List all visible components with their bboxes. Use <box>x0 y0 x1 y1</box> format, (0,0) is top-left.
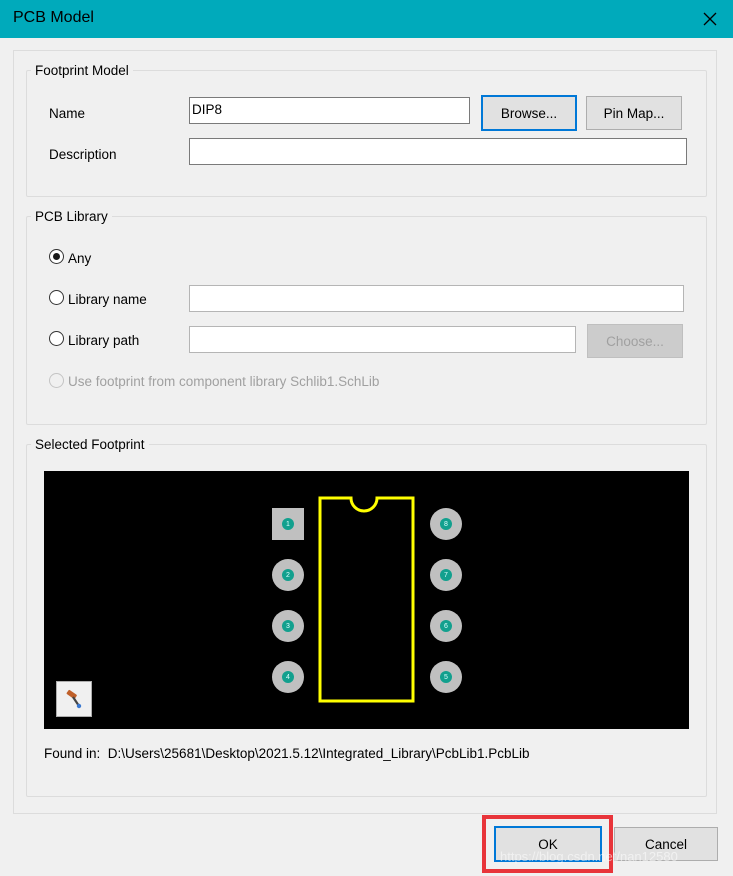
name-field[interactable]: DIP8 <box>189 97 470 124</box>
pin-pad: 1 <box>272 508 304 540</box>
pin-pad: 7 <box>430 559 462 591</box>
any-label[interactable]: Any <box>68 251 91 266</box>
library-path-field[interactable] <box>189 326 576 353</box>
close-icon <box>703 12 717 26</box>
close-button[interactable] <box>687 0 733 38</box>
pin-number: 4 <box>282 671 294 683</box>
any-radio[interactable] <box>49 249 64 264</box>
pin-number: 1 <box>282 518 294 530</box>
library-path-radio[interactable] <box>49 331 64 346</box>
pin-map-label: Pin Map... <box>603 105 665 121</box>
pin-pad: 2 <box>272 559 304 591</box>
browse-button[interactable]: Browse... <box>481 95 577 131</box>
library-path-label[interactable]: Library path <box>68 333 139 348</box>
pin-map-button[interactable]: Pin Map... <box>586 96 682 130</box>
pin-number: 2 <box>282 569 294 581</box>
pcb-library-group: PCB Library <box>26 209 707 425</box>
pcb-library-legend: PCB Library <box>35 209 108 224</box>
pin-pad: 4 <box>272 661 304 693</box>
library-name-radio[interactable] <box>49 290 64 305</box>
browse-label: Browse... <box>500 105 558 121</box>
use-component-library-label: Use footprint from component library Sch… <box>68 374 380 389</box>
library-name-label[interactable]: Library name <box>68 292 147 307</box>
library-name-field[interactable] <box>189 285 684 312</box>
title-bar: PCB Model <box>0 0 733 38</box>
footprint-model-group: Footprint Model <box>26 63 707 197</box>
footprint-preview[interactable]: 1 2 3 4 8 7 6 5 <box>44 471 689 729</box>
dialog-content: Footprint Model Name DIP8 Browse... Pin … <box>13 50 717 814</box>
view-3d-button[interactable] <box>56 681 92 717</box>
choose-button[interactable]: Choose... <box>587 324 683 358</box>
pin-number: 3 <box>282 620 294 632</box>
pin-pad: 8 <box>430 508 462 540</box>
hammer-icon <box>66 689 82 709</box>
window-title: PCB Model <box>13 9 94 26</box>
footprint-outline <box>318 496 415 703</box>
selected-footprint-legend: Selected Footprint <box>35 437 145 452</box>
pin-number: 5 <box>440 671 452 683</box>
description-label: Description <box>49 147 117 162</box>
name-label: Name <box>49 106 86 121</box>
pin-number: 8 <box>440 518 452 530</box>
choose-label: Choose... <box>606 333 664 349</box>
pin-pad: 6 <box>430 610 462 642</box>
footprint-model-legend: Footprint Model <box>35 63 129 78</box>
pin-pad: 3 <box>272 610 304 642</box>
pin-number: 6 <box>440 620 452 632</box>
use-component-library-radio[interactable] <box>49 373 64 388</box>
description-field[interactable] <box>189 138 687 165</box>
pin-number: 7 <box>440 569 452 581</box>
highlight-frame <box>482 815 613 873</box>
pin-pad: 5 <box>430 661 462 693</box>
watermark-text: https://blog.csdn.net/nan12580 <box>500 849 678 864</box>
found-in-path: Found in: D:\Users\25681\Desktop\2021.5.… <box>44 746 530 761</box>
